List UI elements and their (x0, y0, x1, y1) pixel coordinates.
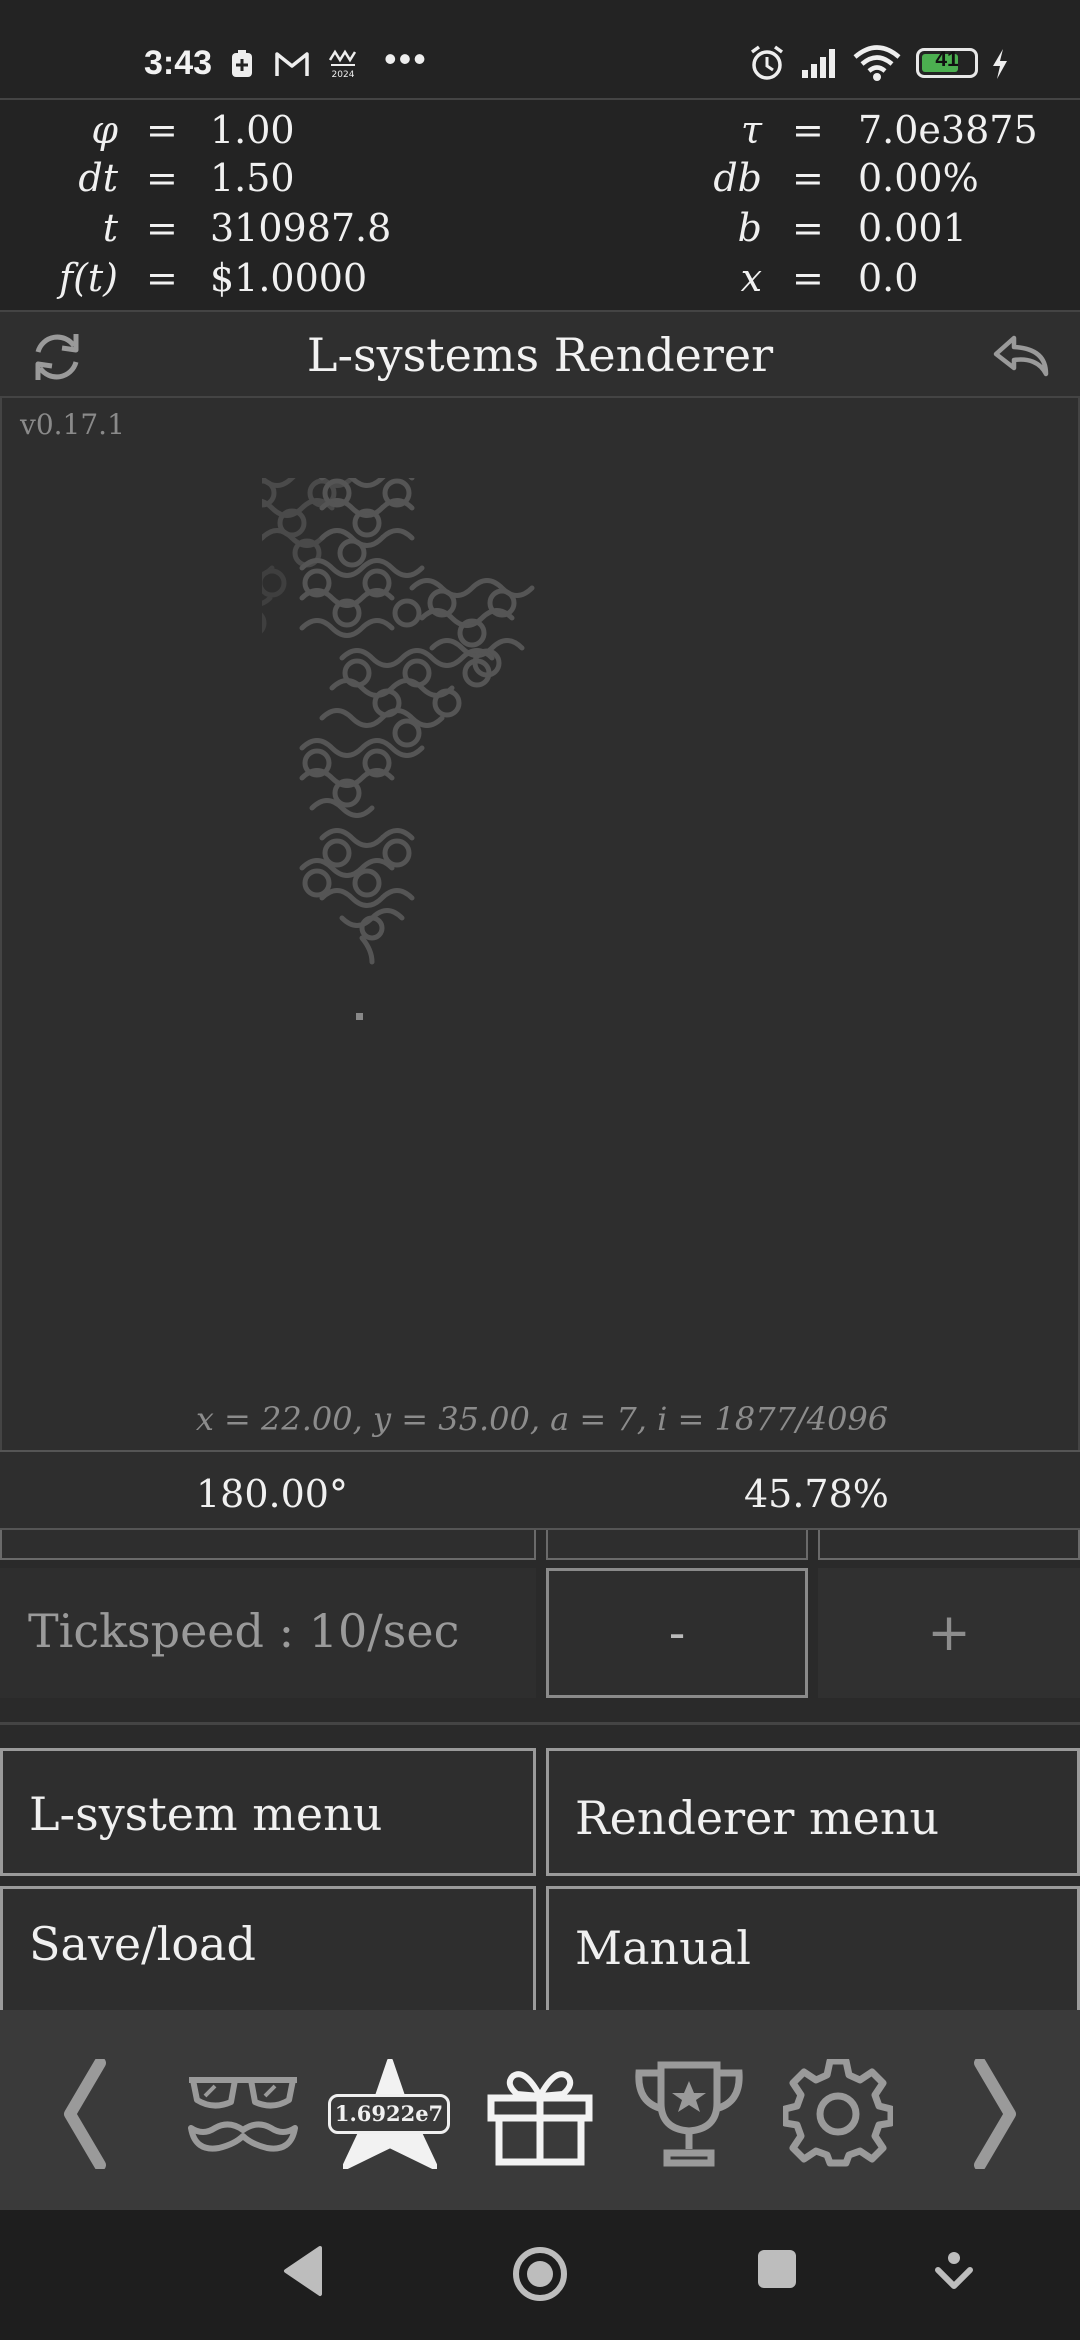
equation-symbol: dt (78, 156, 118, 200)
gift-icon[interactable] (484, 2056, 596, 2172)
hidden-button-stub[interactable] (818, 1530, 1080, 1560)
title-bar: L-systems Renderer (0, 312, 1080, 398)
equation-equals: = (146, 108, 178, 152)
equation-symbol: τ (740, 108, 762, 152)
battery-saver-icon (230, 48, 254, 80)
equation-symbol: f(t) (59, 256, 118, 300)
equation-symbol: b (737, 206, 762, 250)
chevron-left-icon[interactable] (50, 2056, 120, 2172)
equation-value: 310987.8 (210, 206, 392, 250)
equation-equals: = (792, 156, 824, 200)
app-2024-icon: 2024 (328, 48, 358, 80)
equation-equals: = (792, 108, 824, 152)
equation-equals: = (146, 206, 178, 250)
glasses-mustache-icon[interactable] (180, 2056, 306, 2172)
equation-value: 0.001 (858, 206, 967, 250)
alarm-icon (748, 44, 786, 86)
equation-symbol: t (102, 206, 118, 250)
battery-level: 41 (935, 48, 959, 71)
tickspeed-decrease-button[interactable]: - (546, 1568, 808, 1698)
equation-value: $1.0000 (210, 256, 368, 300)
nav-home-icon[interactable] (510, 2244, 570, 2308)
equation-symbol: φ (91, 108, 118, 152)
manual-label: Manual (575, 1921, 751, 1975)
nav-recents-icon[interactable] (756, 2248, 798, 2294)
equations-panel: φ = 1.00 dt = 1.50 t = 310987.8 f(t) = $… (0, 98, 1080, 312)
nav-back-icon[interactable] (282, 2244, 324, 2302)
divider (0, 1722, 1080, 1725)
save-load-button[interactable]: Save/load (0, 1886, 536, 2010)
equation-symbol: db (713, 156, 762, 200)
renderer-menu-button[interactable]: Renderer menu (546, 1748, 1080, 1876)
hidden-button-stub[interactable] (546, 1530, 808, 1560)
page-title: L-systems Renderer (306, 328, 774, 382)
equation-equals: = (792, 206, 824, 250)
equation-value: 0.00% (858, 156, 979, 200)
tickspeed-label: Tickspeed : 10/sec (28, 1604, 460, 1658)
equation-equals: = (146, 256, 178, 300)
undo-arrow-icon[interactable] (990, 326, 1052, 388)
charging-icon (990, 48, 1010, 84)
version-label: v0.17.1 (20, 408, 125, 441)
settings-gear-icon[interactable] (782, 2056, 894, 2172)
status-bar: 3:43 2024 ••• 41 (0, 0, 1080, 98)
equation-value: 0.0 (858, 256, 919, 300)
equation-value: 1.00 (210, 108, 295, 152)
angle-readout: 180.00° (196, 1472, 348, 1516)
equation-symbol: x (740, 256, 762, 300)
equation-equals: = (146, 156, 178, 200)
cursor-coordinates: x = 22.00, y = 35.00, a = 7, i = 1877/40… (195, 1400, 889, 1438)
tickspeed-row: Tickspeed : 10/sec - + (0, 1568, 1080, 1698)
more-dots-icon: ••• (384, 38, 428, 79)
lsystem-menu-label: L-system menu (29, 1787, 383, 1841)
render-canvas[interactable]: v0.17.1 x = 22.00, y = 35.00, a = 7, i =… (0, 398, 1080, 1450)
renderer-menu-label: Renderer menu (575, 1791, 940, 1845)
equation-equals: = (792, 256, 824, 300)
equation-value: 1.50 (210, 156, 295, 200)
progress-readout: 45.78% (744, 1472, 889, 1516)
tickspeed-label-box: Tickspeed : 10/sec (0, 1568, 536, 1698)
battery-icon: 41 (916, 48, 978, 78)
lsystem-menu-button[interactable]: L-system menu (0, 1748, 536, 1876)
svg-text:2024: 2024 (332, 70, 355, 80)
chevron-right-icon[interactable] (960, 2056, 1030, 2172)
bottom-tab-bar (0, 2010, 1080, 2210)
manual-button[interactable]: Manual (546, 1886, 1080, 2010)
wifi-icon (852, 44, 902, 86)
equation-value: 7.0e3875 (858, 108, 1038, 152)
trophy-icon[interactable] (632, 2056, 746, 2172)
hidden-button-stub[interactable] (0, 1530, 536, 1560)
lsystem-fractal-drawing (262, 478, 535, 1020)
save-load-label: Save/load (29, 1917, 256, 1971)
nav-extra-icon[interactable] (934, 2250, 974, 2296)
signal-icon (800, 44, 842, 86)
star-count-badge: 1.6922e7 (328, 2094, 450, 2134)
status-time: 3:43 (144, 44, 213, 82)
tickspeed-increase-button[interactable]: + (818, 1568, 1080, 1698)
gmail-icon (274, 48, 310, 80)
system-navigation-bar (0, 2210, 1080, 2340)
readout-bar: 180.00° 45.78% (0, 1450, 1080, 1530)
